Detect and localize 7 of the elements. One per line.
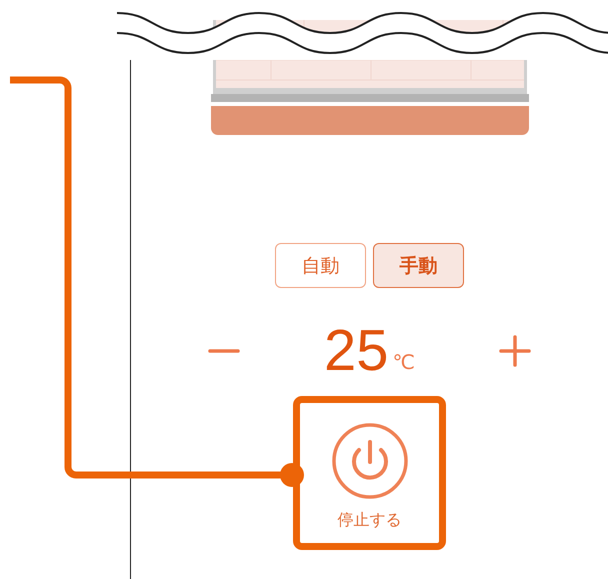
temperature-value: 25 <box>324 322 389 380</box>
power-icon <box>330 422 408 500</box>
power-button[interactable]: 停止する <box>330 422 408 530</box>
temperature-unit: ℃ <box>392 350 415 374</box>
plus-icon[interactable] <box>498 334 532 368</box>
mode-tab[interactable]: 手動 <box>373 243 464 288</box>
mode-tab[interactable]: 自動 <box>275 243 366 288</box>
